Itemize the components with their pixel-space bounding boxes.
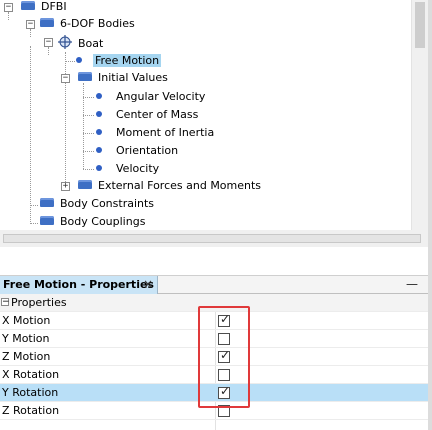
tree-line — [83, 97, 94, 98]
minimize-icon[interactable]: — — [406, 276, 418, 292]
tree-node-body-couplings[interactable]: Body Couplings — [40, 213, 145, 230]
tree-node-6dof-bodies[interactable]: 6-DOF Bodies — [40, 15, 135, 33]
close-icon[interactable]: × — [143, 276, 153, 293]
property-label: Z Motion — [2, 350, 51, 363]
tree-node-velocity[interactable]: Velocity — [96, 160, 159, 178]
tree-line — [65, 61, 75, 62]
body-icon — [58, 35, 72, 49]
tree-node-orientation[interactable]: Orientation — [96, 142, 178, 160]
tree-line — [30, 205, 38, 206]
property-node-icon — [96, 93, 102, 99]
property-node-icon — [96, 129, 102, 135]
property-label: Z Rotation — [2, 404, 60, 417]
collapse-toggle[interactable]: − — [26, 20, 35, 29]
window-edge — [428, 0, 432, 430]
tab-free-motion-properties[interactable]: Free Motion - Properties × — [0, 276, 158, 294]
tree-node-initial-values[interactable]: Initial Values — [78, 69, 168, 87]
tree-line — [83, 169, 94, 170]
simulation-tree: − DFBI − 6-DOF Bodies − Boat Free Motion… — [0, 0, 411, 230]
tree-node-center-of-mass[interactable]: Center of Mass — [96, 106, 198, 124]
property-node-icon — [76, 57, 82, 63]
tree-node-moment-of-inertia[interactable]: Moment of Inertia — [96, 124, 214, 142]
properties-tab-bar: Free Motion - Properties × — — [0, 276, 428, 294]
folder-icon — [40, 216, 54, 225]
property-node-icon — [96, 111, 102, 117]
property-label: Y Rotation — [2, 386, 59, 399]
pane-splitter[interactable] — [0, 247, 428, 276]
property-label: X Rotation — [2, 368, 60, 381]
folder-icon — [40, 198, 54, 207]
tree-node-external-forces[interactable]: External Forces and Moments — [78, 177, 261, 195]
collapse-toggle[interactable]: − — [4, 3, 13, 12]
folder-icon — [78, 72, 92, 81]
tree-node-angular-velocity[interactable]: Angular Velocity — [96, 88, 205, 106]
tree-line — [83, 115, 94, 116]
scrollbar-thumb[interactable] — [415, 2, 425, 48]
tree-line — [83, 83, 84, 169]
folder-icon — [40, 18, 54, 27]
collapse-toggle[interactable]: − — [44, 38, 53, 47]
folder-icon — [21, 1, 35, 10]
property-node-icon — [96, 147, 102, 153]
tree-vertical-scrollbar[interactable] — [411, 0, 428, 230]
property-label: Y Motion — [2, 332, 50, 345]
tree-line — [83, 151, 94, 152]
collapse-toggle[interactable]: − — [1, 298, 10, 307]
tree-node-body-constraints[interactable]: Body Constraints — [40, 195, 154, 213]
tree-node-free-motion[interactable]: Free Motion — [76, 52, 162, 70]
tree-node-dfbi[interactable]: DFBI — [21, 0, 67, 16]
tree-line — [8, 12, 9, 20]
scrollbar-thumb[interactable] — [3, 234, 421, 243]
property-label: X Motion — [2, 314, 51, 327]
tree-line — [30, 46, 31, 222]
tree-line — [48, 47, 49, 55]
section-label: Properties — [11, 296, 67, 309]
annotation-highlight-box — [198, 306, 250, 408]
tree-line — [30, 29, 31, 37]
tree-horizontal-scrollbar[interactable] — [0, 230, 428, 247]
folder-icon — [78, 180, 92, 189]
tree-node-boat[interactable]: Boat — [58, 33, 103, 51]
expand-toggle[interactable]: + — [61, 182, 70, 191]
tree-line — [30, 223, 38, 224]
tab-title: Free Motion - Properties — [3, 278, 154, 291]
tree-line — [83, 133, 94, 134]
collapse-toggle[interactable]: − — [61, 74, 70, 83]
property-node-icon — [96, 165, 102, 171]
